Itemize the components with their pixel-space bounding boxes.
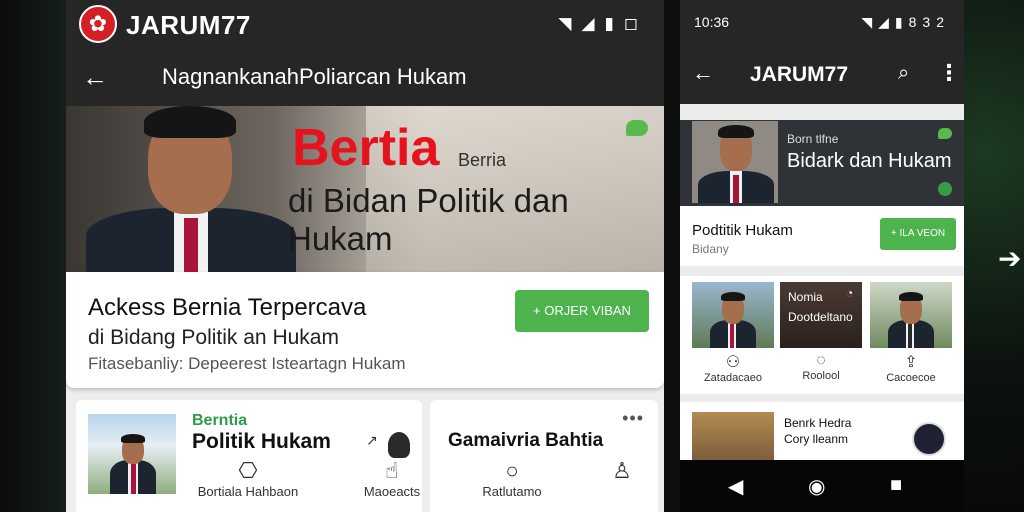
bottom-nav: ⎔ Bortiala Hahbaon ☝ Maoeacts ○ Ratlutam… [66, 452, 664, 512]
nav-back-icon[interactable]: ◀ [728, 474, 743, 499]
back-arrow-icon[interactable]: ← [82, 62, 108, 93]
grid-overlay-icon: ◔ [846, 286, 854, 300]
section-header: Podtitik Hukam Bidany + ILA VEON [680, 206, 964, 266]
touch-icon: ☝ [385, 458, 399, 483]
hero-subheadline: di Bidan Politik dan Hukam [288, 182, 569, 257]
system-nav-bar: ◀ ◉ ■ [680, 460, 964, 512]
grid-item-3[interactable]: ⇪ Cacoecoe [870, 352, 952, 384]
hero-tag: Born tlfne [787, 132, 839, 146]
grid-label: Cacoecoe [886, 372, 936, 384]
chat-icon[interactable] [938, 128, 952, 139]
nav-home-icon[interactable]: ◉ [808, 474, 825, 499]
share-icon: ⇪ [904, 354, 918, 371]
news-title: Gamaivria Bahtia [448, 430, 604, 451]
wifi-icon: ◥ [558, 14, 582, 33]
hero-portrait [86, 106, 296, 272]
nav-item-home[interactable]: ⎔ Bortiala Hahbaon [188, 458, 308, 499]
wifi-icon: ◥ [861, 14, 879, 30]
person-voice-icon: ⚇ [725, 354, 741, 371]
list-thumbnail [692, 412, 774, 460]
status-time: 10:36 [694, 14, 730, 30]
phone-screen-main: ✿ JARUM77 ◥◢▮◻ ← NagnankanahPoliarcan Hu… [66, 0, 664, 512]
grid-overlay-title: Nomia [788, 290, 823, 304]
nav-recents-icon[interactable]: ■ [890, 474, 902, 497]
status-icons: ◥◢▮832 [861, 14, 950, 31]
battery-icon: ▮ [604, 14, 624, 33]
page-title: NagnankanahPoliarcan Hukam [162, 64, 467, 89]
grid-item-1[interactable]: ⚇ Zatadacaeo [692, 352, 774, 384]
page-title: JARUM77 [750, 63, 849, 86]
nav-label: Ratlutamo [482, 484, 542, 499]
app-logo-icon: ✿ [79, 5, 117, 43]
app-bar: ← NagnankanahPoliarcan Hukam [66, 50, 664, 106]
brand-name: JARUM77 [126, 10, 251, 40]
background-left [0, 0, 70, 512]
section-title: Podtitik Hukam [692, 222, 793, 239]
status-icons: ◥◢▮◻ [558, 14, 648, 34]
nav-item-profile[interactable]: ♙ [592, 458, 652, 484]
promo-title: Ackess Bernia Terpercava [88, 294, 367, 321]
promo-card: Ackess Bernia Terpercava di Bidang Polit… [66, 272, 664, 388]
battery-icon: ▮ [894, 14, 909, 30]
news-grid: Nomia Dootdeltano ◔ ⚇ Zatadacaeo ◌ Roolo… [680, 276, 964, 394]
more-options-icon[interactable]: ••• [622, 408, 644, 429]
grid-thumb-1[interactable] [692, 282, 774, 348]
phone-screen-secondary: 10:36 ◥◢▮832 ← JARUM77 ⌕ ⋮ Born tlfne Bi… [680, 0, 964, 512]
hero-headline: Bidark dan Hukam [787, 150, 952, 172]
signal-icon: ◢ [581, 14, 605, 33]
hero-headline: Bertia [292, 119, 440, 177]
section-subtitle: Bidany [692, 242, 729, 256]
hero-banner[interactable]: Born tlfne Bidark dan Hukam [680, 120, 964, 206]
order-button[interactable]: + ORJER VIBAN [515, 290, 649, 332]
news-category: Berntia [192, 412, 248, 429]
nav-label: Maoeacts [363, 484, 421, 499]
profile-icon: ♙ [612, 458, 632, 483]
chat-bubble-icon: ◌ [816, 352, 826, 369]
nav-item-circle[interactable]: ○ Ratlutamo [472, 458, 552, 499]
hero-tag: Berria [458, 150, 507, 170]
chat-icon[interactable] [626, 120, 648, 136]
grid-thumb-2[interactable]: Nomia Dootdeltano ◔ [780, 282, 862, 348]
nav-item-touch[interactable]: ☝ Maoeacts [352, 458, 432, 499]
list-subtitle: Cory lleanm [784, 432, 849, 446]
avatar[interactable] [912, 422, 946, 456]
promo-subtitle: di Bidang Politik an Hukam [88, 326, 339, 349]
status-dot-icon [938, 182, 952, 196]
square-icon: ◻ [623, 14, 648, 33]
grid-item-2[interactable]: ◌ Roolool [780, 352, 862, 382]
nav-label: Bortiala Hahbaon [197, 484, 299, 499]
more-vert-icon[interactable]: ⋮ [938, 60, 960, 86]
grid-thumb-3[interactable] [870, 282, 952, 348]
signal-icon: ◢ [878, 14, 895, 30]
grid-label: Zatadacaeo [703, 372, 763, 384]
add-button[interactable]: + ILA VEON [880, 218, 956, 250]
battery-level: 832 [908, 14, 950, 30]
promo-caption: Fitasebanliy: Depeerest Isteartagn Hukam [88, 354, 406, 373]
list-item[interactable]: Benrk Hedra Cory lleanm [680, 402, 964, 460]
hero-portrait [692, 121, 778, 203]
grid-label: Roolool [802, 370, 840, 382]
search-icon[interactable]: ⌕ [898, 62, 909, 85]
status-bar: 10:36 ◥◢▮832 [680, 0, 964, 46]
hero-banner[interactable]: Bertia Berria di Bidan Politik dan Hukam [66, 106, 664, 272]
news-share-icon[interactable]: ↗ [366, 432, 378, 449]
news-title: Politik Hukam [192, 430, 331, 453]
status-bar: ✿ JARUM77 ◥◢▮◻ [66, 0, 664, 50]
next-arrow-icon[interactable]: ➔ [998, 242, 1021, 275]
book-icon: ⎔ [238, 458, 258, 483]
app-bar: ← JARUM77 ⌕ ⋮ [680, 46, 964, 104]
list-title: Benrk Hedra [784, 416, 852, 430]
back-arrow-icon[interactable]: ← [692, 60, 714, 86]
circle-icon: ○ [505, 458, 519, 483]
grid-overlay-subtitle: Dootdeltano [788, 310, 853, 324]
